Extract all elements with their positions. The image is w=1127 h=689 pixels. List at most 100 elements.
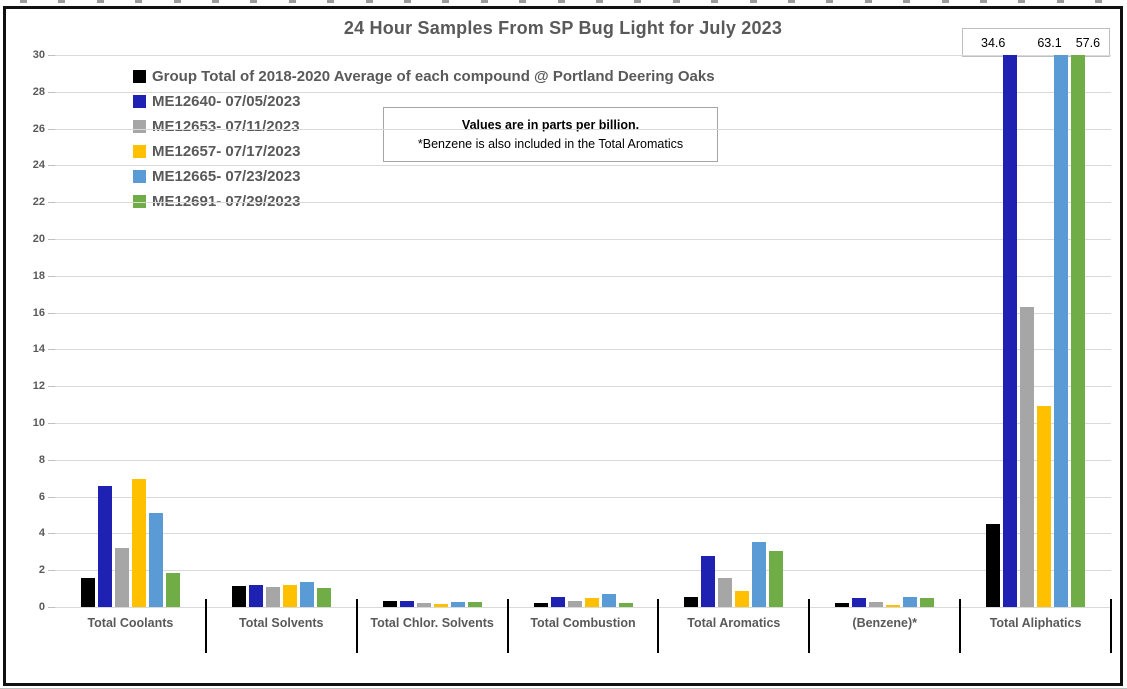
bar	[701, 556, 715, 607]
bar	[81, 578, 95, 607]
bar	[602, 594, 616, 607]
column-boundary-tick	[1018, 0, 1025, 3]
bar	[903, 597, 917, 607]
bar	[1020, 307, 1034, 607]
column-boundary-tick	[865, 0, 872, 3]
column-boundary-tick	[1057, 0, 1064, 3]
y-axis-label: 12	[11, 380, 45, 392]
gridline	[55, 92, 1111, 93]
bar	[585, 598, 599, 607]
column-boundary-tick	[135, 0, 142, 3]
category-separator	[808, 599, 810, 653]
column-boundary-tick	[788, 0, 795, 3]
bar	[551, 597, 565, 607]
gridline	[55, 607, 1111, 608]
bar	[417, 603, 431, 607]
column-boundary-tick	[174, 0, 181, 3]
gridline	[55, 533, 1111, 534]
bar	[835, 603, 849, 607]
y-axis-label: 26	[11, 123, 45, 135]
gridline	[55, 55, 1111, 56]
y-axis-tick	[48, 349, 55, 350]
bar	[451, 602, 465, 607]
y-axis-label: 0	[11, 601, 45, 613]
bar	[852, 598, 866, 607]
y-axis-label: 18	[11, 270, 45, 282]
bar	[249, 585, 263, 607]
gridline	[55, 460, 1111, 461]
bar	[735, 591, 749, 607]
y-axis-label: 10	[11, 417, 45, 429]
category-label: Total Aromatics	[658, 616, 809, 630]
column-boundary-tick	[634, 0, 641, 3]
column-boundary-tick	[404, 0, 411, 3]
gridline	[55, 497, 1111, 498]
y-axis-label: 2	[11, 564, 45, 576]
y-axis-label: 14	[11, 343, 45, 355]
column-boundary-tick	[711, 0, 718, 3]
gridline	[55, 313, 1111, 314]
column-boundary-tick	[596, 0, 603, 3]
top-column-ticks	[0, 0, 1127, 4]
bar	[132, 479, 146, 607]
column-boundary-tick	[442, 0, 449, 3]
y-axis-tick	[48, 607, 55, 608]
bar	[166, 573, 180, 607]
y-axis-label: 20	[11, 233, 45, 245]
bar	[886, 605, 900, 607]
chart-screenshot: 24 Hour Samples From SP Bug Light for Ju…	[0, 0, 1127, 689]
y-axis-label: 24	[11, 159, 45, 171]
category-label: Total Aliphatics	[960, 616, 1111, 630]
bar	[266, 587, 280, 607]
bar	[98, 486, 112, 607]
category-label: Total Solvents	[206, 616, 357, 630]
column-boundary-tick	[481, 0, 488, 3]
bar	[115, 548, 129, 607]
bar	[400, 601, 414, 607]
column-boundary-tick	[289, 0, 296, 3]
column-boundary-tick	[826, 0, 833, 3]
column-boundary-tick	[212, 0, 219, 3]
gridline	[55, 202, 1111, 203]
y-axis-tick	[48, 497, 55, 498]
category-label: Total Chlor. Solvents	[357, 616, 508, 630]
bar	[434, 604, 448, 607]
gridline	[55, 129, 1111, 130]
y-axis-label: 8	[11, 454, 45, 466]
bar	[232, 586, 246, 607]
gridline	[55, 276, 1111, 277]
category-separator	[657, 599, 659, 653]
y-axis-label: 22	[11, 196, 45, 208]
bar	[619, 603, 633, 607]
bar	[752, 542, 766, 607]
column-boundary-tick	[97, 0, 104, 3]
bar	[468, 602, 482, 607]
y-axis-tick	[48, 165, 55, 166]
y-axis-tick	[48, 386, 55, 387]
bar	[317, 588, 331, 607]
y-axis-tick	[48, 239, 55, 240]
gridline	[55, 423, 1111, 424]
bar	[1003, 55, 1017, 607]
y-axis-tick	[48, 129, 55, 130]
y-axis-tick	[48, 570, 55, 571]
y-axis-tick	[48, 92, 55, 93]
column-boundary-tick	[327, 0, 334, 3]
y-axis-tick	[48, 202, 55, 203]
bar	[149, 513, 163, 607]
bar	[718, 578, 732, 607]
bar	[1037, 406, 1051, 607]
category-separator	[959, 599, 961, 653]
category-label: (Benzene)*	[809, 616, 960, 630]
column-boundary-tick	[903, 0, 910, 3]
bar	[1071, 55, 1085, 607]
y-axis-label: 6	[11, 491, 45, 503]
column-boundary-tick	[250, 0, 257, 3]
category-label: Total Coolants	[55, 616, 206, 630]
category-separator	[205, 599, 207, 653]
bar	[986, 524, 1000, 607]
gridline	[55, 349, 1111, 350]
column-boundary-tick	[942, 0, 949, 3]
bar	[283, 585, 297, 607]
gridline	[55, 239, 1111, 240]
